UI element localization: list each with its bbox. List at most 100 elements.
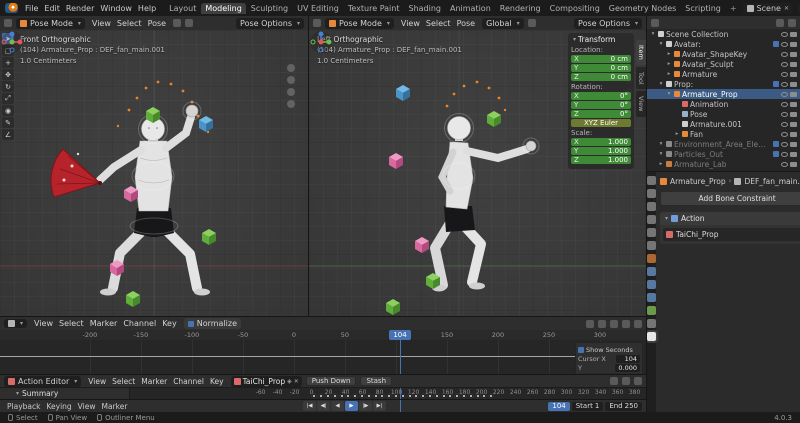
toggle-perspective-icon[interactable] <box>287 100 295 108</box>
scene-tab-icon[interactable] <box>647 228 656 237</box>
scale-z-field[interactable]: Z1.000 <box>571 156 631 164</box>
disable-in-render-icon[interactable] <box>790 162 797 167</box>
disable-in-render-icon[interactable] <box>790 152 797 157</box>
play-button[interactable]: ▶ <box>345 401 358 411</box>
timeline-menu-view[interactable]: View <box>75 402 99 411</box>
menu-window[interactable]: Window <box>97 4 135 13</box>
hide-in-viewport-icon[interactable] <box>781 32 788 37</box>
rotation-mode-dropdown[interactable]: XYZ Euler <box>571 119 631 127</box>
modifiers-tab-icon[interactable] <box>647 267 656 276</box>
add-bone-constraint-button[interactable]: Add Bone Constraint <box>660 191 800 206</box>
editor-type-icon[interactable] <box>651 19 659 27</box>
disclosure-triangle-icon[interactable]: ▸ <box>674 131 680 137</box>
pose-options-dropdown[interactable]: Pose Options ▾ <box>574 18 642 29</box>
show-seconds-row[interactable]: Show Seconds <box>578 346 640 354</box>
next-keyframe-button[interactable]: |▶ <box>359 401 372 411</box>
editor-type-icon[interactable] <box>4 19 12 27</box>
transform-panel-header[interactable]: ▾ Transform <box>571 35 631 44</box>
normalize-toggle[interactable]: Normalize <box>184 318 241 329</box>
workspace-tab-layout[interactable]: Layout <box>165 3 200 14</box>
hide-in-viewport-icon[interactable] <box>781 42 788 47</box>
outliner-row-armature[interactable]: ▸Armature <box>647 69 800 79</box>
outliner-row-fan[interactable]: ▸Fan <box>647 129 800 139</box>
keyframe-diamond[interactable] <box>475 393 481 399</box>
scene-selector[interactable]: Scene ✕ <box>743 3 793 14</box>
disclosure-triangle-icon[interactable]: ▸ <box>666 51 672 57</box>
workspace-tab-scripting[interactable]: Scripting <box>681 3 725 14</box>
disclosure-triangle-icon[interactable]: ▾ <box>666 91 672 97</box>
character-figure[interactable] <box>432 117 536 292</box>
collection-checkbox-icon[interactable] <box>773 81 779 87</box>
jump-to-start-button[interactable]: |◀ <box>303 401 316 411</box>
constraint-panel-header[interactable]: ▾ Action ✕ <box>660 212 800 225</box>
disclosure-triangle-icon[interactable]: ▾ <box>658 81 664 87</box>
hide-in-viewport-icon[interactable] <box>781 52 788 57</box>
disclosure-triangle-icon[interactable]: ▾ <box>658 41 664 47</box>
workspace-tab-sculpting[interactable]: Sculpting <box>247 3 292 14</box>
snap-magnet-icon[interactable] <box>173 19 181 27</box>
vp1-menu-pose[interactable]: Pose <box>145 19 170 28</box>
disable-in-render-icon[interactable] <box>790 102 797 107</box>
hide-in-viewport-icon[interactable] <box>781 112 788 117</box>
keyframe-diamond[interactable] <box>434 393 440 399</box>
graph-menu-marker[interactable]: Marker <box>87 319 121 328</box>
workspace-tab-shading[interactable]: Shading <box>404 3 445 14</box>
rotate-tool-icon[interactable]: ↻ <box>2 81 14 92</box>
workspace-tab-rendering[interactable]: Rendering <box>496 3 545 14</box>
hide-in-viewport-icon[interactable] <box>781 162 788 167</box>
snap-magnet-icon[interactable] <box>528 19 536 27</box>
transform-orientation-dropdown[interactable]: Global ▾ <box>482 18 524 29</box>
action-menu-marker[interactable]: Marker <box>138 377 170 386</box>
breadcrumb-object[interactable]: Armature_Prop <box>670 177 726 186</box>
location-x-field[interactable]: X0 cm <box>571 55 631 63</box>
constraint-action-field[interactable]: TaiChi_Prop <box>663 228 800 241</box>
keyframe-diamond[interactable] <box>366 393 372 399</box>
menu-file[interactable]: File <box>22 4 41 13</box>
outliner-row-avatar-[interactable]: ▾Avatar: <box>647 39 800 49</box>
hide-in-viewport-icon[interactable] <box>781 132 788 137</box>
push-down-button[interactable]: Push Down <box>306 376 357 386</box>
disclosure-triangle-icon[interactable]: ▸ <box>658 161 664 167</box>
object-constraints-tab-icon[interactable] <box>647 293 656 302</box>
physics-tab-icon[interactable] <box>647 280 656 289</box>
world-tab-icon[interactable] <box>647 241 656 250</box>
workspace-tab-uv-editing[interactable]: UV Editing <box>293 3 343 14</box>
graph-menu-key[interactable]: Key <box>159 319 180 328</box>
outliner-row-environment-area-elements[interactable]: ▾Environment_Area_Elements <box>647 139 800 149</box>
hide-in-viewport-icon[interactable] <box>781 62 788 67</box>
measure-tool-icon[interactable]: ∠ <box>2 129 14 140</box>
transform-tool-icon[interactable]: ◉ <box>2 105 14 116</box>
action-keys-area[interactable]: -60-40-200204060801001201401601802002202… <box>130 388 646 399</box>
disable-in-render-icon[interactable] <box>790 72 797 77</box>
location-z-field[interactable]: Z0 cm <box>571 73 631 81</box>
scale-x-field[interactable]: X1.000 <box>571 138 631 146</box>
playhead-line[interactable] <box>400 400 401 412</box>
outliner-row-scene-collection[interactable]: ▾Scene Collection <box>647 29 800 39</box>
copy-keyframes-icon[interactable] <box>634 320 642 328</box>
stash-button[interactable]: Stash <box>360 376 392 386</box>
hide-in-viewport-icon[interactable] <box>781 152 788 157</box>
vp2-menu-pose[interactable]: Pose <box>454 19 479 28</box>
editor-type-dropdown[interactable]: Action Editor ▾ <box>4 376 81 387</box>
action-datablock[interactable]: TaiChi_Prop ◈ ✕ <box>231 376 302 387</box>
hide-in-viewport-icon[interactable] <box>781 102 788 107</box>
disclosure-triangle-icon[interactable]: ▸ <box>666 71 672 77</box>
graph-menu-view[interactable]: View <box>31 319 56 328</box>
jump-to-end-button[interactable]: ▶| <box>373 401 386 411</box>
annotate-tool-icon[interactable]: ✎ <box>2 117 14 128</box>
outliner-row-avatar-shapekey[interactable]: ▸Avatar_ShapeKey <box>647 49 800 59</box>
hide-in-viewport-icon[interactable] <box>781 142 788 147</box>
action-menu-key[interactable]: Key <box>207 377 227 386</box>
filter-icon[interactable] <box>610 377 618 385</box>
workspace-tab-compositing[interactable]: Compositing <box>546 3 604 14</box>
navigation-gizmo[interactable] <box>0 30 24 54</box>
action-menu-view[interactable]: View <box>85 377 109 386</box>
collection-checkbox-icon[interactable] <box>773 41 779 47</box>
scale-y-field[interactable]: Y1.000 <box>571 147 631 155</box>
hide-in-viewport-icon[interactable] <box>781 72 788 77</box>
blender-logo-icon[interactable] <box>5 3 18 13</box>
filter-icon[interactable] <box>598 320 606 328</box>
play-reverse-button[interactable]: ◀ <box>331 401 344 411</box>
disclosure-triangle-icon[interactable]: ▾ <box>658 141 664 147</box>
vp1-menu-select[interactable]: Select <box>114 19 145 28</box>
